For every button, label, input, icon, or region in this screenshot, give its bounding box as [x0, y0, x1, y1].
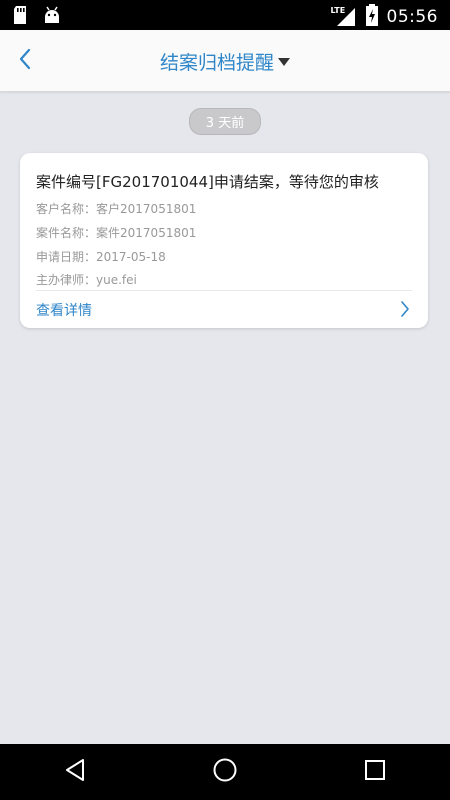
case-name-label: 案件名称：: [36, 226, 97, 240]
system-recents-button[interactable]: [345, 744, 405, 800]
timeline-separator: 3 天前: [0, 108, 450, 135]
nav-title-dropdown[interactable]: 结案归档提醒: [0, 30, 450, 92]
case-name-value: 案件2017051801: [96, 226, 197, 240]
chevron-right-icon: [400, 300, 410, 322]
client-name-label: 客户名称：: [36, 202, 97, 216]
view-details-button[interactable]: 查看详情: [20, 291, 428, 328]
view-details-label: 查看详情: [36, 303, 92, 319]
apply-date-value: 2017-05-18: [96, 250, 166, 264]
case-name-row: 案件名称：案件2017051801: [36, 224, 196, 241]
sd-card-icon: [12, 5, 28, 29]
card-title: 案件编号[FG201701044]申请结案，等待您的审核: [36, 173, 379, 191]
back-button[interactable]: [8, 44, 42, 78]
lead-lawyer-row: 主办律师：yue.fei: [36, 271, 137, 288]
apply-date-row: 申请日期：2017-05-18: [36, 248, 166, 265]
nav-bar: 结案归档提醒: [0, 30, 450, 92]
lead-lawyer-value: yue.fei: [96, 273, 137, 287]
apply-date-label: 申请日期：: [36, 250, 97, 264]
square-recents-icon: [364, 759, 386, 785]
screen: LTE 05:56 结案归档提醒 3 天前 案件编号[FG201701044]申…: [0, 0, 450, 800]
client-name-row: 客户名称：客户2017051801: [36, 200, 196, 217]
system-nav-bar: [0, 744, 450, 800]
lead-lawyer-label: 主办律师：: [36, 273, 97, 287]
signal-icon: LTE: [331, 6, 357, 28]
page-title: 结案归档提醒: [159, 51, 274, 74]
triangle-back-icon: [64, 758, 86, 786]
battery-charging-icon: [365, 3, 379, 31]
client-name-value: 客户2017051801: [96, 202, 197, 216]
system-home-button[interactable]: [195, 744, 255, 800]
chevron-left-icon: [18, 48, 32, 74]
system-back-button[interactable]: [45, 744, 105, 800]
caret-down-icon: [278, 58, 290, 66]
notification-card: 案件编号[FG201701044]申请结案，等待您的审核 客户名称：客户2017…: [20, 153, 428, 328]
status-bar: LTE 05:56: [0, 0, 450, 30]
status-time: 05:56: [386, 7, 438, 27]
time-badge: 3 天前: [188, 108, 262, 135]
android-icon: [42, 5, 62, 29]
circle-home-icon: [212, 757, 238, 787]
